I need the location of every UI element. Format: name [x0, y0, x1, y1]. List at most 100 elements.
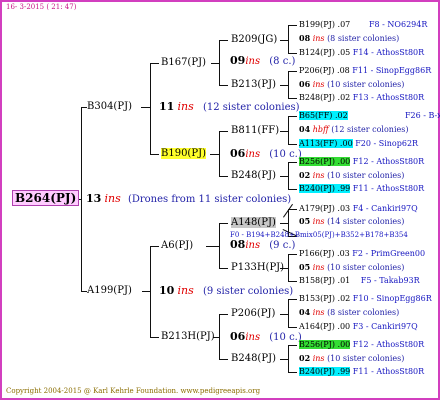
sister-count: 13	[86, 192, 102, 205]
root-node: B264(PJ)	[12, 190, 80, 206]
gen4-row: B248(PJ) .02 F13 - AthosSt80R	[299, 92, 424, 103]
pedigree-code: F5 - Takab93R	[360, 276, 420, 285]
connector	[219, 359, 228, 360]
colony-code: P206(PJ) .08	[299, 66, 350, 75]
pedigree-code: F11 - AthosSt80R	[352, 184, 425, 193]
a148-pedigree-overlay: F0 - B194+B248+Bmix05(PJ)+B352+B178+B354	[230, 231, 408, 239]
connector	[288, 162, 289, 190]
colony-code: B240(PJ) .99	[299, 367, 351, 376]
connector	[288, 144, 297, 145]
gen4-row: P206(PJ) .08 F11 - SinopEgg86R	[299, 65, 431, 76]
gen4-row: 02 ins (10 sister colonies)	[299, 353, 404, 364]
colony-code: B124(PJ) .05	[299, 48, 351, 57]
node-a199: A199(PJ)	[87, 285, 132, 296]
connector	[219, 131, 220, 177]
connector	[219, 131, 228, 132]
node-b248: B248(PJ)	[231, 353, 276, 364]
a148-label: A148(PJ)	[231, 217, 276, 228]
connector	[219, 40, 228, 41]
node-a148: A148(PJ)	[231, 217, 276, 229]
node-b167: B167(PJ)	[161, 57, 206, 68]
node-a6: A6(PJ)	[161, 240, 194, 251]
sister-note: (10 c.)	[269, 149, 302, 160]
b304-info: 11 ins (12 sister colonies)	[159, 101, 300, 114]
connector	[150, 154, 159, 155]
pedigree-code: F13 - AthosSt80R	[352, 93, 425, 102]
ins-mark: ins	[177, 100, 194, 113]
node-p206: P206(PJ)	[231, 308, 276, 319]
connector	[288, 299, 289, 328]
colony-code: A164(PJ) .00	[299, 322, 351, 331]
gen4-row: 05 ins (10 sister colonies)	[299, 262, 404, 273]
gen4-row: B256(PJ) .00 F12 - AthosSt80R	[299, 156, 424, 167]
sister-count: 04	[299, 307, 311, 317]
sister-note: (8 sister colonies)	[327, 308, 400, 317]
connector	[288, 189, 297, 190]
connector	[219, 40, 220, 86]
gen4-row: B65(FF) .02 F26 - B-xx43	[299, 110, 440, 121]
sister-note: (9 c.)	[269, 240, 296, 251]
connector	[206, 246, 220, 247]
pedigree-code: F12 - AthosSt80R	[352, 157, 425, 166]
connector	[219, 176, 228, 177]
connector	[150, 246, 159, 247]
connector	[288, 254, 289, 282]
ins-mark: ins	[312, 308, 325, 317]
sister-count: 06	[299, 79, 311, 89]
a199-info: 10 ins (9 sister colonies)	[159, 285, 293, 298]
drones-note: (Drones from 11 sister colonies)	[127, 194, 292, 205]
sister-count: 04	[299, 124, 311, 134]
colony-code: P166(PJ) .03	[299, 249, 350, 258]
connector	[219, 314, 228, 315]
b190-info: 06ins (10 c.)	[230, 148, 302, 161]
colony-code: B65(FF) .02	[299, 111, 348, 120]
connector	[288, 345, 289, 373]
b213h-info: 06ins (10 c.)	[230, 331, 302, 344]
sister-count: 02	[299, 353, 311, 363]
pedigree-code: F11 - AthosSt80R	[352, 367, 425, 376]
connector	[219, 223, 228, 224]
colony-code: B248(PJ) .02	[299, 93, 351, 102]
connector	[288, 71, 289, 99]
gen4-row: 06 ins (10 sister colonies)	[299, 79, 404, 90]
gen4-row: A164(PJ) .00 F3 - Cankiri97Q	[299, 321, 418, 332]
connector	[288, 25, 297, 26]
node-b248: B248(PJ)	[231, 170, 276, 181]
gen4-row: B240(PJ) .99 F11 - AthosSt80R	[299, 366, 424, 377]
connector	[288, 281, 297, 282]
node-b190: B190(PJ)	[161, 148, 206, 160]
ins-mark: ins	[312, 80, 325, 89]
colony-code: B153(PJ) .02	[299, 294, 351, 303]
pedigree-code: F20 - Sinop62R	[355, 139, 419, 148]
pedigree-code: F3 - Cankiri97Q	[352, 322, 418, 331]
gen4-row: B240(PJ) .99 F11 - AthosSt80R	[299, 183, 424, 194]
pedigree-code: F2 - PrimGreen00	[352, 249, 426, 258]
connector	[288, 372, 297, 373]
connector	[81, 107, 82, 292]
connector	[288, 53, 297, 54]
sister-note: (10 sister colonies)	[327, 171, 405, 180]
node-p133h: P133H(PJ)	[231, 262, 285, 273]
connector	[150, 337, 159, 338]
colony-code: B199(PJ) .07	[299, 20, 351, 29]
ins-mark: ins	[245, 149, 261, 160]
sister-note: (14 sister colonies)	[327, 217, 405, 226]
colony-code: B158(PJ) .01	[299, 276, 351, 285]
connector	[288, 254, 297, 255]
sister-note: (10 sister colonies)	[327, 263, 405, 272]
ins-mark: ins	[177, 284, 194, 297]
connector	[219, 314, 220, 360]
sister-note: (12 sister colonies)	[331, 125, 409, 134]
sister-note: (8 c.)	[269, 56, 296, 67]
gen4-row: 05 ins (14 sister colonies)	[299, 216, 404, 227]
sister-count: 05	[299, 216, 311, 226]
gen4-row: P166(PJ) .03 F2 - PrimGreen00	[299, 248, 425, 259]
connector	[288, 327, 297, 328]
ins-mark: ins	[312, 217, 325, 226]
node-b213: B213(PJ)	[231, 79, 276, 90]
sister-count: 06	[230, 330, 246, 343]
pedigree-code: F14 - AthosSt80R	[352, 48, 425, 57]
ins-mark: ins	[245, 240, 261, 251]
connector	[288, 162, 297, 163]
sister-note: (8 sister colonies)	[327, 34, 400, 43]
